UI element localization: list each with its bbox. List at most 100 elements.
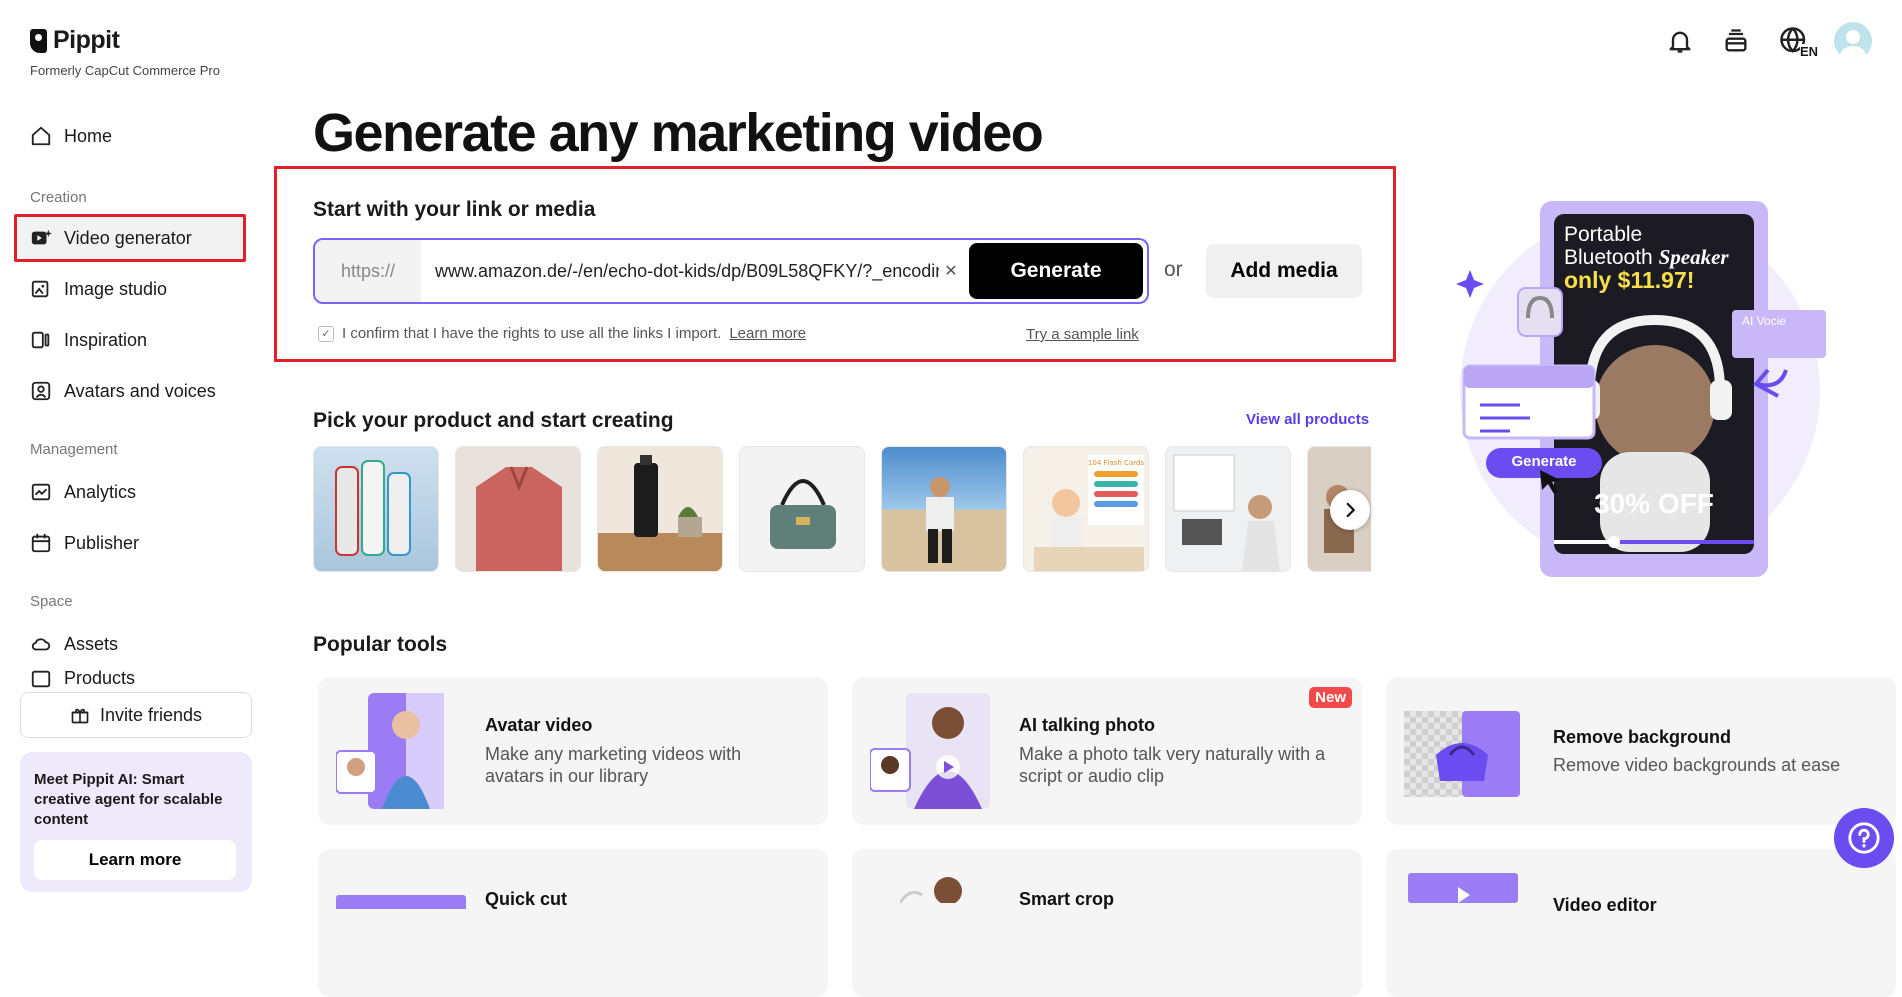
product-card[interactable] xyxy=(455,446,581,572)
promo-generate-label: Generate xyxy=(1511,453,1577,470)
brand-subtitle: Formerly CapCut Commerce Pro xyxy=(30,63,220,78)
invite-friends-button[interactable]: Invite friends xyxy=(20,692,252,738)
video-generator-icon xyxy=(31,229,52,245)
promo-illustration: Portable Bluetooth Speaker only $11.97! … xyxy=(1450,190,1830,580)
product-card[interactable] xyxy=(881,446,1007,572)
tool-card-remove-background[interactable]: Remove background Remove video backgroun… xyxy=(1386,677,1896,825)
tool-description: Make any marketing videos with avatars i… xyxy=(485,744,742,786)
product-card[interactable]: 104 Flash Cards xyxy=(1023,446,1149,572)
sidebar-item-label: Analytics xyxy=(64,481,137,502)
tool-title: AI talking photo xyxy=(1019,715,1155,735)
sidebar-item-video-generator[interactable]: Video generator xyxy=(14,214,246,262)
add-media-button[interactable]: Add media xyxy=(1206,244,1362,298)
carousel-next-button[interactable] xyxy=(1330,490,1370,530)
tool-card-ai-talking-photo[interactable]: New AI talking photo Make a photo talk v… xyxy=(852,677,1362,825)
user-avatar[interactable] xyxy=(1834,22,1872,60)
remove-background-thumbnail xyxy=(1404,711,1520,797)
clear-icon[interactable]: ✕ xyxy=(939,259,963,283)
sidebar-item-home[interactable]: Home xyxy=(14,114,246,158)
sidebar-item-label: Image studio xyxy=(64,278,168,299)
learn-more-link[interactable]: Learn more xyxy=(729,325,806,342)
tool-title: Avatar video xyxy=(485,715,593,735)
tool-card-smart-crop[interactable]: Smart crop xyxy=(852,849,1362,997)
pippit-ai-promo-card: Meet Pippit AI: Smart creative agent for… xyxy=(20,752,252,892)
product-image xyxy=(1173,454,1280,571)
learn-more-button[interactable]: Learn more xyxy=(34,840,236,880)
layers-icon xyxy=(1725,29,1747,52)
video-editor-thumbnail xyxy=(1408,873,1518,903)
tool-card-video-editor[interactable]: Video editor xyxy=(1386,849,1896,997)
product-url-input[interactable] xyxy=(421,240,939,302)
language-button[interactable]: EN xyxy=(1774,23,1818,59)
rights-confirmation: ✓ I confirm that I have the rights to us… xyxy=(318,325,806,342)
promo-text: Meet Pippit AI: Smart creative agent for… xyxy=(34,771,223,828)
help-button[interactable] xyxy=(1834,808,1894,868)
sidebar-item-image-studio[interactable]: Image studio xyxy=(14,267,246,311)
brand-logo[interactable]: Pippit xyxy=(30,26,120,55)
product-carousel: 104 Flash Cards xyxy=(313,446,1371,572)
cloud-icon xyxy=(31,638,51,651)
promo-price: only $11.97! xyxy=(1564,267,1695,293)
subscription-button[interactable] xyxy=(1718,23,1754,59)
language-code: EN xyxy=(1799,44,1818,59)
promo-discount: 30% OFF xyxy=(1594,488,1714,519)
sidebar-item-publisher[interactable]: Publisher xyxy=(14,521,246,565)
inspiration-icon xyxy=(31,331,50,349)
sidebar-item-products[interactable]: Products xyxy=(14,668,246,692)
chevron-right-icon xyxy=(1346,502,1355,518)
tool-title: Quick cut xyxy=(485,889,568,909)
rights-checkbox[interactable]: ✓ xyxy=(318,325,334,342)
invite-friends-label: Invite friends xyxy=(99,704,203,725)
sidebar: Pippit Formerly CapCut Commerce Pro Home… xyxy=(0,0,270,901)
avatar-video-thumbnail xyxy=(336,693,444,809)
promo-headline-1: Portable xyxy=(1564,223,1643,246)
promo-voice-badge: AI Vocie xyxy=(1742,314,1787,328)
product-image xyxy=(335,460,411,556)
sidebar-item-label: Publisher xyxy=(64,532,140,553)
tool-title: Remove background xyxy=(1553,727,1732,747)
url-prefix: https:// xyxy=(315,240,421,302)
tool-card-quick-cut[interactable]: Quick cut xyxy=(318,849,828,997)
sidebar-item-label: Products xyxy=(64,668,136,688)
smart-crop-thumbnail xyxy=(900,877,962,903)
notification-button[interactable] xyxy=(1662,23,1698,59)
calendar-icon xyxy=(31,533,51,553)
view-all-products-link[interactable]: View all products xyxy=(1246,411,1369,428)
sidebar-item-assets[interactable]: Assets xyxy=(14,622,246,666)
tool-title: Video editor xyxy=(1553,895,1657,915)
sidebar-item-avatars-voices[interactable]: Avatars and voices xyxy=(14,369,246,413)
sidebar-item-label: Video generator xyxy=(64,227,192,248)
pick-product-heading: Pick your product and start creating xyxy=(313,409,674,432)
product-image xyxy=(770,479,836,549)
product-card[interactable] xyxy=(313,446,439,572)
svg-text:104 Flash Cards: 104 Flash Cards xyxy=(1088,459,1145,467)
sidebar-item-analytics[interactable]: Analytics xyxy=(14,470,246,514)
question-icon xyxy=(1848,822,1880,854)
product-card[interactable] xyxy=(1165,446,1291,572)
bell-icon xyxy=(1669,31,1691,53)
sidebar-item-label: Inspiration xyxy=(64,329,148,350)
or-separator: or xyxy=(1164,258,1183,281)
product-image xyxy=(926,477,954,563)
new-badge: New xyxy=(1309,687,1352,708)
sidebar-item-label: Home xyxy=(64,125,113,146)
product-card[interactable] xyxy=(597,446,723,572)
try-sample-link[interactable]: Try a sample link xyxy=(1026,326,1139,343)
product-image xyxy=(598,455,722,571)
tool-card-avatar-video[interactable]: Avatar video Make any marketing videos w… xyxy=(318,677,828,825)
image-studio-icon xyxy=(31,280,49,298)
promo-headline-2: Bluetooth xyxy=(1564,246,1653,269)
product-card[interactable] xyxy=(739,446,865,572)
generate-button[interactable]: Generate xyxy=(969,243,1143,299)
product-image: 104 Flash Cards xyxy=(1034,455,1145,571)
pippit-logo-icon xyxy=(30,28,47,53)
sidebar-item-inspiration[interactable]: Inspiration xyxy=(14,318,246,362)
sidebar-item-label: Avatars and voices xyxy=(64,380,216,401)
section-label-space: Space xyxy=(30,593,73,610)
popular-tools-heading: Popular tools xyxy=(313,633,448,656)
products-icon xyxy=(31,670,51,688)
section-label-creation: Creation xyxy=(30,189,87,206)
product-image xyxy=(476,466,562,571)
analytics-icon xyxy=(31,483,51,501)
promo-headline-3: Speaker xyxy=(1658,245,1729,269)
